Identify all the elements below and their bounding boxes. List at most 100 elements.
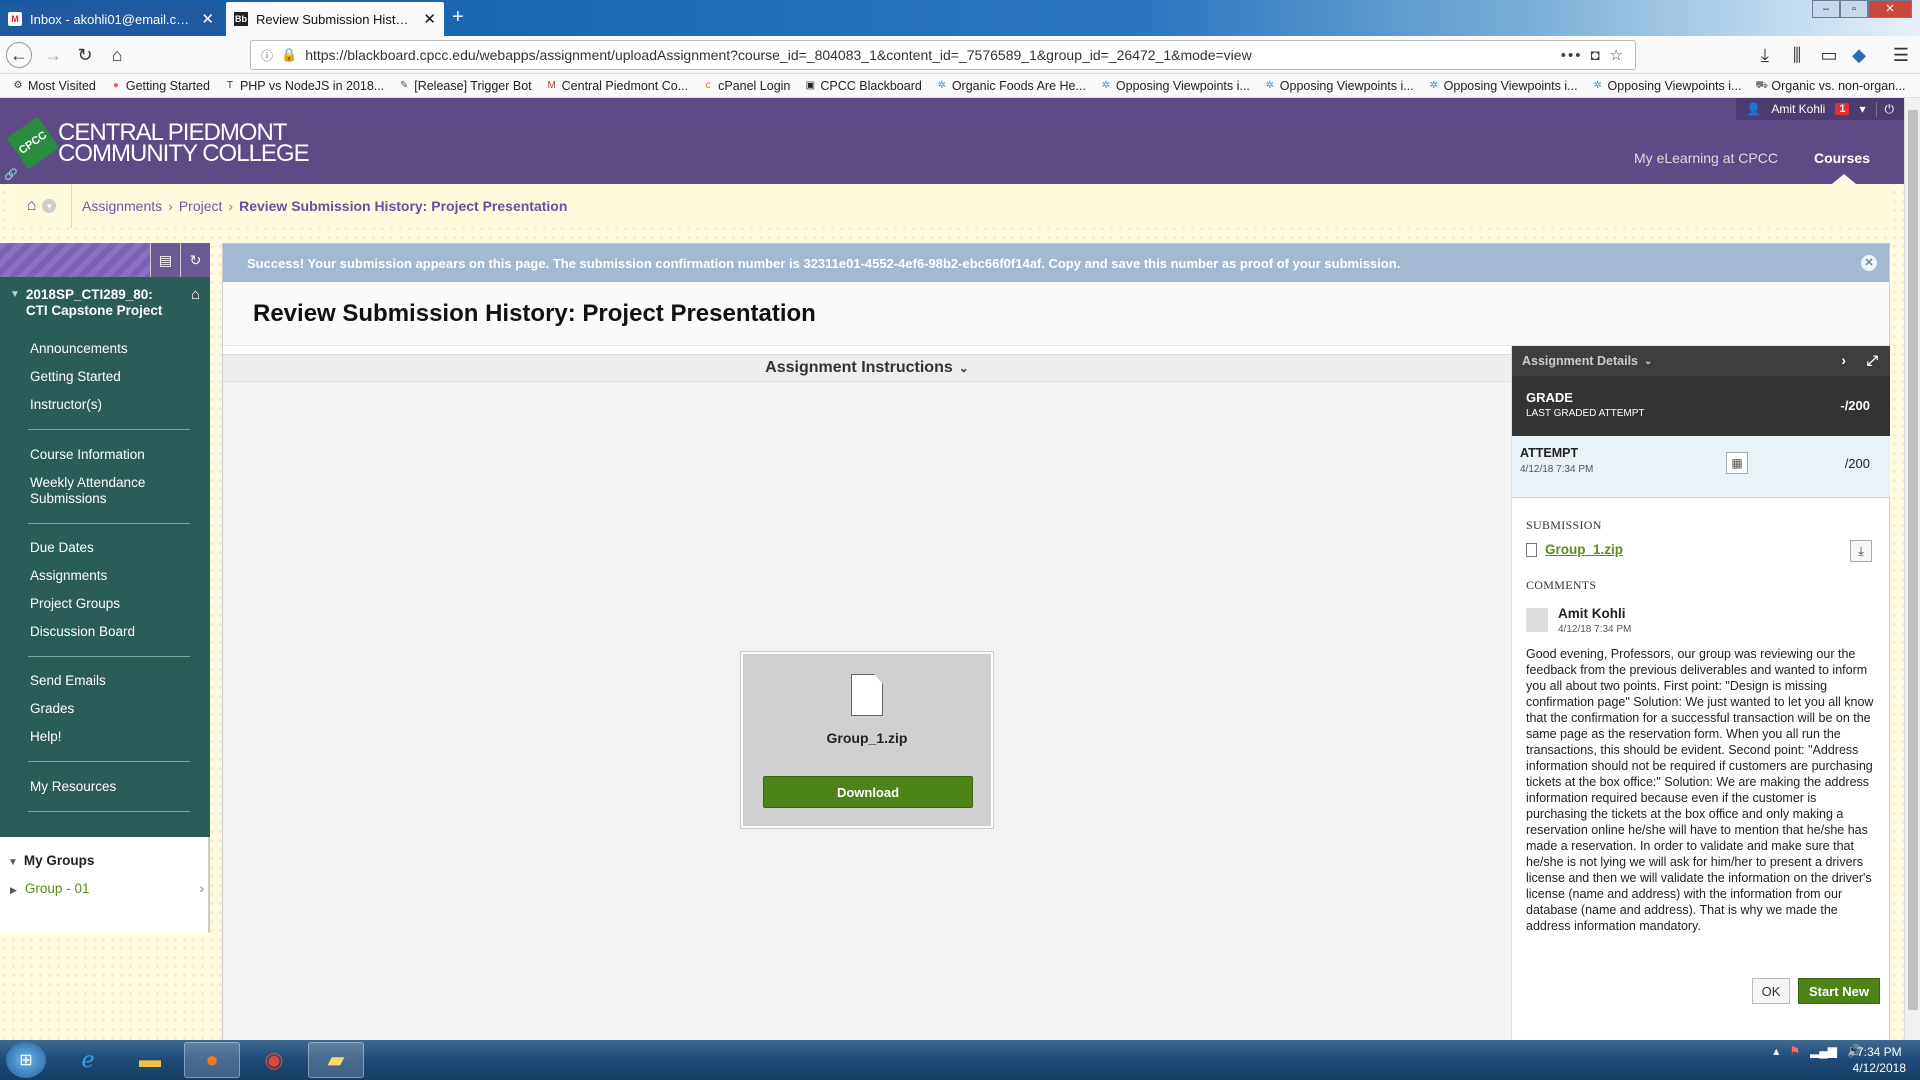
close-icon[interactable]: ✕ <box>1861 255 1877 271</box>
bookmark-item[interactable]: ● Getting Started <box>110 79 210 93</box>
download-icon[interactable]: ⤓ <box>1850 540 1872 562</box>
submission-file-link[interactable]: Group_1.zip <box>1526 542 1623 557</box>
user-name[interactable]: Amit Kohli <box>1771 102 1825 116</box>
clock[interactable]: 7:34 PM 4/12/2018 <box>1853 1044 1906 1076</box>
menu-icon[interactable]: ☰ <box>1888 42 1914 68</box>
bookmark-item[interactable]: ✲ Opposing Viewpoints i... <box>1100 79 1250 93</box>
sidebar-item-instructors[interactable]: Instructor(s) <box>30 397 190 413</box>
logout-icon[interactable]: ⏻ <box>1875 101 1894 117</box>
internet-explorer-icon[interactable]: ℯ <box>60 1042 116 1078</box>
bookmark-item[interactable]: ⚙ Most Visited <box>12 79 96 93</box>
assignment-details-header[interactable]: Assignment Details ⌄ › ⤢ <box>1512 346 1890 376</box>
close-tab-icon[interactable]: ✕ <box>201 10 214 28</box>
page-actions-icon[interactable]: ••• <box>1561 47 1583 64</box>
close-window-button[interactable]: ✕ <box>1868 0 1912 18</box>
bookmark-item[interactable]: ▣ CPCC Blackboard <box>804 79 922 93</box>
bookmark-item[interactable]: ✎ [Release] Trigger Bot <box>398 79 532 93</box>
sidebar-item-due-dates[interactable]: Due Dates <box>30 540 190 556</box>
bookmark-item[interactable]: ✲ Opposing Viewpoints i... <box>1592 79 1741 93</box>
sidebar-item-discussion-board[interactable]: Discussion Board <box>30 624 190 640</box>
ok-button[interactable]: OK <box>1752 978 1790 1004</box>
tab-my-elearning[interactable]: My eLearning at CPCC <box>1634 150 1778 166</box>
tab-courses[interactable]: Courses <box>1814 150 1870 166</box>
start-new-button[interactable]: Start New <box>1798 978 1880 1004</box>
bookmark-item[interactable]: T PHP vs NodeJS in 2018... <box>224 79 384 93</box>
chrome-icon[interactable]: ◉ <box>246 1042 302 1078</box>
bookmark-item[interactable]: ✲ Opposing Viewpoints i... <box>1264 79 1414 93</box>
action-center-icon[interactable]: ⚑ <box>1789 1044 1800 1058</box>
new-tab-button[interactable]: + <box>452 6 464 29</box>
home-button[interactable]: ⌂ <box>104 42 130 68</box>
network-icon[interactable]: ▂▄▆ <box>1810 1044 1837 1058</box>
link-icon[interactable]: 🔗 <box>4 168 18 181</box>
extension-icon[interactable]: ◆ <box>1846 42 1872 68</box>
tab-inbox[interactable]: M Inbox - akohli01@email.cpcc.ed ✕ <box>0 2 222 36</box>
sidebar-item-project-groups[interactable]: Project Groups <box>30 596 190 612</box>
file-explorer-icon[interactable]: ▬ <box>122 1042 178 1078</box>
college-logo[interactable]: CPCC CENTRAL PIEDMONT COMMUNITY COLLEGE <box>6 116 310 170</box>
user-menu[interactable]: 👤 Amit Kohli 1 ▾ ⏻ <box>1736 98 1904 120</box>
close-tab-icon[interactable]: ✕ <box>423 10 436 28</box>
home-icon[interactable]: ⌂ <box>27 197 37 215</box>
folder-view-icon[interactable]: ▤ <box>150 243 180 277</box>
breadcrumb-separator: › <box>168 198 173 214</box>
collapse-triangle-icon[interactable]: ▼ <box>10 287 20 319</box>
start-button[interactable]: ⊞ <box>6 1042 46 1078</box>
sidebar-item-grades[interactable]: Grades <box>30 701 190 717</box>
download-button[interactable]: Download <box>763 776 973 808</box>
bookmark-item[interactable]: ✲ Opposing Viewpoints i... <box>1428 79 1577 93</box>
chevron-down-icon[interactable]: ▾ <box>1859 102 1865 116</box>
show-hidden-icons[interactable]: ▴ <box>1773 1044 1779 1058</box>
sidebar-item-send-emails[interactable]: Send Emails <box>30 673 190 689</box>
url-text[interactable]: https://blackboard.cpcc.edu/webapps/assi… <box>305 47 1553 63</box>
chevron-right-icon[interactable]: › <box>1841 352 1846 368</box>
course-home-icon[interactable]: ⌂ <box>191 287 200 303</box>
collapse-triangle-icon[interactable]: ▼ <box>8 857 18 868</box>
back-button[interactable]: ← <box>6 42 32 68</box>
bookmark-star-icon[interactable]: ☆ <box>1610 46 1625 64</box>
loading-icon: ✲ <box>1101 79 1111 91</box>
info-icon[interactable]: ⓘ <box>261 47 273 64</box>
firefox-icon[interactable]: ● <box>184 1042 240 1078</box>
bookmark-item[interactable]: M Central Piedmont Co... <box>546 79 688 93</box>
folder-icon[interactable]: ▰ <box>308 1042 364 1078</box>
reload-button[interactable]: ↻ <box>72 42 98 68</box>
tab-review-submission[interactable]: Bb Review Submission History: Pro ✕ <box>226 2 444 36</box>
expand-icon[interactable]: ⤢ <box>1867 352 1878 369</box>
sidebar-item-weekly-attendance[interactable]: Weekly Attendance Submissions <box>30 475 190 507</box>
library-icon[interactable]: ⫼ <box>1784 42 1810 68</box>
sidebar-item-getting-started[interactable]: Getting Started <box>30 369 190 385</box>
pocket-icon[interactable]: ◘ <box>1590 47 1601 64</box>
downloads-icon[interactable]: ⤓ <box>1752 42 1778 68</box>
breadcrumb-project[interactable]: Project <box>179 198 223 214</box>
notification-badge[interactable]: 1 <box>1835 103 1850 115</box>
url-bar[interactable]: ⓘ 🔒 https://blackboard.cpcc.edu/webapps/… <box>250 40 1636 70</box>
attempt-row[interactable]: ATTEMPT 4/12/18 7:34 PM ▦ /200 <box>1512 436 1890 498</box>
sidebar-item-course-information[interactable]: Course Information <box>30 447 190 463</box>
bookmark-item[interactable]: c cPanel Login <box>702 79 791 93</box>
sidebar-item-help[interactable]: Help! <box>30 729 190 745</box>
sidebar-icon[interactable]: ▭ <box>1816 42 1842 68</box>
assignment-instructions-toggle[interactable]: Assignment Instructions ⌄ <box>223 354 1511 382</box>
success-message[interactable]: Success! Your submission appears on this… <box>247 256 1400 271</box>
page-scrollbar[interactable] <box>1904 98 1920 1040</box>
minimize-button[interactable]: – <box>1812 0 1840 18</box>
refresh-icon[interactable]: ↻ <box>180 243 210 277</box>
sidebar-item-announcements[interactable]: Announcements <box>30 341 190 357</box>
sidebar-item-assignments[interactable]: Assignments <box>30 568 190 584</box>
sidebar-item-my-resources[interactable]: My Resources <box>30 779 190 795</box>
my-groups-heading[interactable]: ▼ My Groups <box>8 853 94 868</box>
breadcrumb-assignments[interactable]: Assignments <box>82 198 162 214</box>
forward-button[interactable]: → <box>40 42 66 68</box>
expand-triangle-icon[interactable]: ▶ <box>10 885 17 895</box>
bookmark-item[interactable]: ✲ Organic Foods Are He... <box>936 79 1086 93</box>
chevron-down-icon[interactable]: ▾ <box>42 199 57 213</box>
scrollbar-thumb[interactable] <box>1908 110 1918 1010</box>
group-item[interactable]: ▶ Group - 01 › <box>10 881 204 896</box>
course-title[interactable]: ▼ 2018SP_CTI289_80: CTI Capstone Project… <box>10 287 200 319</box>
bookmark-item[interactable]: ⛟ Organic vs. non-organ... <box>1755 79 1905 93</box>
maximize-button[interactable]: ▫ <box>1840 0 1868 18</box>
grade-box: GRADE LAST GRADED ATTEMPT -/200 <box>1512 376 1890 436</box>
bookmarks-bar: ⚙ Most Visited ● Getting Started T PHP vs N… <box>0 74 1920 98</box>
rubric-grid-icon[interactable]: ▦ <box>1726 452 1748 474</box>
